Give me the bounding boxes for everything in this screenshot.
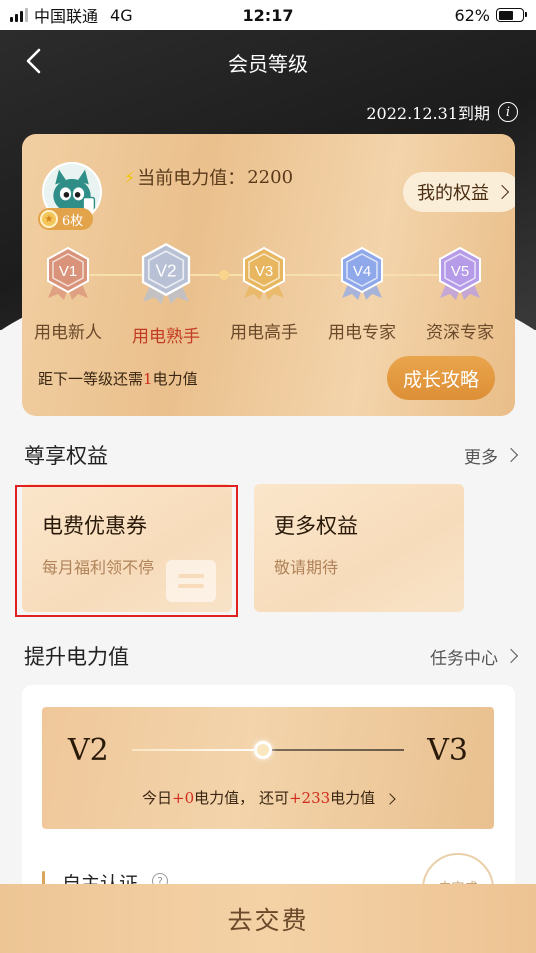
from-level: V2 bbox=[68, 733, 109, 768]
chevron-right-icon bbox=[384, 793, 396, 805]
level-code: V5 bbox=[451, 263, 469, 280]
level-v2[interactable]: V2 用电熟手 bbox=[116, 242, 216, 347]
battery-icon bbox=[496, 8, 527, 22]
level-badge-icon: V1 bbox=[44, 246, 92, 300]
to-level: V3 bbox=[427, 733, 468, 768]
level-code: V2 bbox=[155, 260, 176, 280]
level-label: 用电熟手 bbox=[132, 327, 200, 347]
badge-count[interactable]: ★ 6枚 bbox=[38, 208, 94, 230]
expire-label: 2022.12.31到期 bbox=[366, 104, 490, 123]
next-prefix: 距下一等级还需 bbox=[38, 370, 144, 388]
benefit-title: 更多权益 bbox=[274, 514, 358, 538]
my-rights-label: 我的权益 bbox=[417, 183, 489, 204]
chevron-right-icon bbox=[494, 184, 510, 200]
level-progress: V2 V3 今日+0电力值， 还可+233电力值 bbox=[42, 707, 494, 829]
my-rights-button[interactable]: 我的权益 bbox=[403, 172, 515, 212]
member-card: ★ 6枚 ⚡ 当前电力值： 2200 我的权益 V1 用电新人 V2 用电熟手 V3 用电… bbox=[22, 134, 515, 416]
level-v1[interactable]: V1 用电新人 bbox=[22, 246, 118, 343]
today-power[interactable]: 今日+0电力值， 还可+233电力值 bbox=[42, 787, 494, 808]
status-bar: 中国联通 4G 12:17 62% bbox=[0, 0, 536, 30]
chevron-right-icon bbox=[503, 648, 519, 664]
lightning-icon: ⚡ bbox=[124, 167, 136, 187]
chevron-right-icon bbox=[503, 447, 519, 463]
level-code: V4 bbox=[353, 263, 371, 280]
level-label: 用电高手 bbox=[230, 323, 298, 343]
current-power: ⚡ 当前电力值： 2200 bbox=[124, 164, 293, 190]
badge-count-label: 6枚 bbox=[62, 213, 84, 229]
status-right: 62% bbox=[454, 5, 527, 25]
next-level-hint: 距下一等级还需1电力值 bbox=[38, 368, 198, 389]
level-code: V3 bbox=[255, 263, 273, 280]
medal-icon: ★ bbox=[40, 210, 58, 228]
level-v5[interactable]: V5 资深专家 bbox=[410, 246, 510, 343]
power-label: 当前电力值： bbox=[137, 168, 246, 189]
level-track: V1 用电新人 V2 用电熟手 V3 用电高手 V4 用电专家 V5 资深专家 bbox=[22, 242, 515, 356]
task-center-link[interactable]: 任务中心 bbox=[430, 644, 519, 669]
power-value: 2200 bbox=[247, 166, 294, 188]
next-value: 1 bbox=[143, 370, 153, 388]
level-v3[interactable]: V3 用电高手 bbox=[214, 246, 314, 343]
growth-strategy-button[interactable]: 成长攻略 bbox=[387, 356, 495, 400]
battery-percent: 62% bbox=[454, 5, 490, 25]
level-badge-icon: V5 bbox=[436, 246, 484, 300]
task-center-label: 任务中心 bbox=[430, 648, 498, 669]
level-badge-icon: V4 bbox=[338, 246, 386, 300]
level-v4[interactable]: V4 用电专家 bbox=[312, 246, 412, 343]
level-label: 用电专家 bbox=[328, 323, 396, 343]
power-header: 提升电力值 任务中心 bbox=[24, 641, 519, 671]
level-label: 资深专家 bbox=[426, 323, 494, 343]
pay-button[interactable]: 去交费 bbox=[0, 884, 536, 953]
level-badge-icon: V3 bbox=[240, 246, 288, 300]
benefit-subtitle: 敬请期待 bbox=[274, 558, 339, 577]
today-value: +0 bbox=[172, 789, 195, 807]
level-badge-icon: V2 bbox=[138, 242, 194, 304]
benefits-more-link[interactable]: 更多 bbox=[464, 443, 519, 468]
nav-bar: 会员等级 bbox=[0, 30, 536, 92]
more-label: 更多 bbox=[464, 447, 498, 468]
more-benefit-card[interactable]: 更多权益 敬请期待 bbox=[254, 484, 464, 612]
level-code: V1 bbox=[59, 263, 77, 280]
power-title: 提升电力值 bbox=[24, 645, 129, 669]
remain-value: +233 bbox=[288, 789, 331, 807]
remain-suffix: 电力值 bbox=[330, 789, 376, 807]
level-label: 用电新人 bbox=[34, 323, 102, 343]
benefits-header: 尊享权益 更多 bbox=[24, 440, 519, 470]
next-suffix: 电力值 bbox=[152, 370, 198, 388]
progress-knob bbox=[254, 741, 272, 759]
info-icon[interactable]: i bbox=[498, 102, 518, 122]
page-title: 会员等级 bbox=[228, 52, 308, 76]
today-prefix: 今日 bbox=[142, 789, 173, 807]
highlight-box bbox=[15, 485, 238, 617]
benefits-title: 尊享权益 bbox=[24, 444, 108, 468]
today-mid: 电力值， 还可 bbox=[194, 789, 289, 807]
expire-date: 2022.12.31到期 i bbox=[366, 100, 518, 124]
